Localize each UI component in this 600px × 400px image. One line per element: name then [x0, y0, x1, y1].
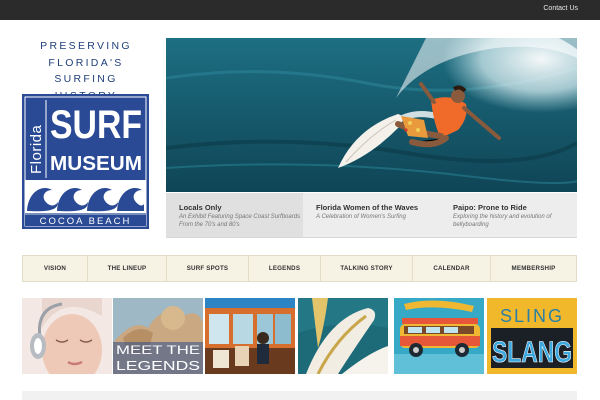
promo-description: An Exhibit Featuring Space Coast Surfboa… — [179, 214, 301, 229]
thumb-surfboard-fins[interactable] — [298, 298, 388, 374]
nav-item-calendar[interactable]: CALENDAR — [413, 256, 491, 281]
hero-surfer-image[interactable] — [166, 38, 577, 192]
tagline-line: PRESERVING — [40, 40, 132, 52]
promo-title: Paipo: Prone to Ride — [453, 203, 527, 212]
woody-wagon-image — [394, 298, 484, 374]
main-nav: VISION THE LINEUP SURF SPOTS LEGENDS TAL… — [22, 255, 577, 282]
nav-item-membership[interactable]: MEMBERSHIP — [491, 256, 576, 281]
thumb-bus-interior[interactable] — [205, 298, 295, 374]
contact-us-link[interactable]: Contact Us — [543, 5, 578, 12]
promo-title: Locals Only — [179, 203, 222, 212]
promo-tab-paipo[interactable]: Paipo: Prone to Ride Exploring the histo… — [440, 193, 577, 237]
promo-tabs: Locals Only An Exhibit Featuring Space C… — [166, 193, 577, 238]
nav-item-vision[interactable]: VISION — [23, 256, 88, 281]
woman-headphones-image — [22, 298, 112, 374]
logo-state-text: Florida — [28, 124, 45, 174]
promo-title: Florida Women of the Waves — [316, 203, 419, 212]
surfboard-fins-image — [298, 298, 388, 374]
meet-the-legends-image: MEET THE LEGENDS — [113, 298, 203, 374]
thumb-woman-headphones[interactable] — [22, 298, 112, 374]
hero-illustration — [166, 38, 577, 192]
promo-tab-locals-only[interactable]: Locals Only An Exhibit Featuring Space C… — [166, 193, 303, 237]
promo-description: Exploring the history and evolution of b… — [453, 214, 552, 229]
nav-item-legends[interactable]: LEGENDS — [249, 256, 321, 281]
thumb-caption-line: SLING — [500, 306, 564, 326]
thumb-meet-the-legends[interactable]: MEET THE LEGENDS — [113, 298, 203, 374]
footer-strip — [22, 391, 577, 400]
nav-item-talking-story[interactable]: TALKING STORY — [321, 256, 413, 281]
promo-description: A Celebration of Women's Surfing — [316, 214, 406, 220]
surf-museum-logo[interactable]: Florida SURF MUSEUM COCOA BEACH — [22, 94, 149, 229]
nav-item-surf-spots[interactable]: SURF SPOTS — [167, 256, 249, 281]
sling-slang-image: SLING SLANG — [487, 298, 577, 374]
nav-item-the-lineup[interactable]: THE LINEUP — [88, 256, 167, 281]
thumb-caption-line: LEGENDS — [116, 358, 200, 373]
logo-location-text: COCOA BEACH — [40, 216, 132, 227]
tagline-line: FLORIDA'S — [48, 56, 124, 69]
thumb-caption-line: SLANG — [492, 336, 572, 369]
top-bar: Contact Us — [0, 0, 600, 20]
promo-tab-women-of-the-waves[interactable]: Florida Women of the Waves A Celebration… — [303, 193, 440, 237]
logo-surf-text: SURF — [50, 103, 142, 147]
thumb-caption-line: MEET THE — [116, 343, 200, 357]
thumb-sling-slang[interactable]: SLING SLANG — [487, 298, 577, 374]
thumb-woody-wagon[interactable] — [394, 298, 484, 374]
logo-museum-text: MUSEUM — [50, 153, 142, 175]
bus-interior-image — [205, 298, 295, 374]
